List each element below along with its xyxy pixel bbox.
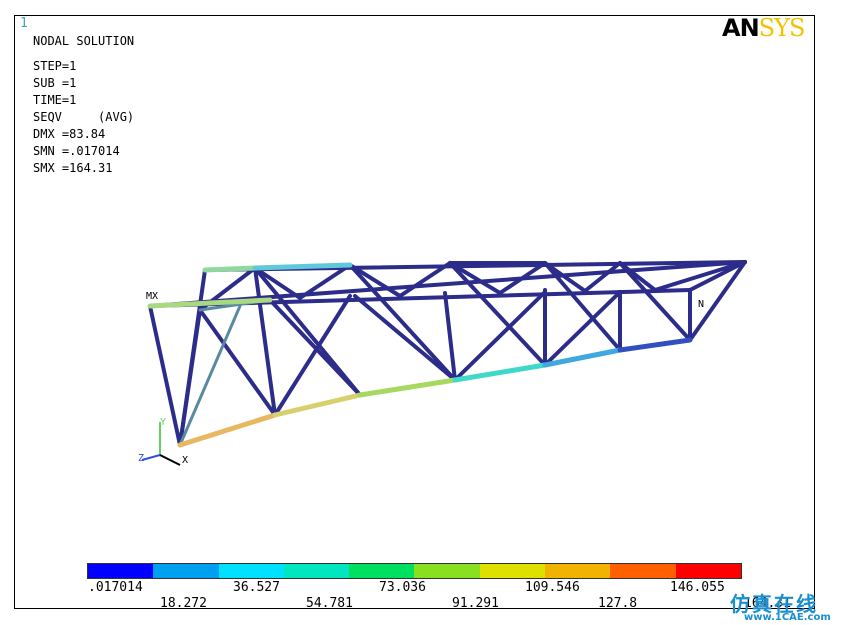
legend-band-1: [88, 564, 154, 578]
legend-band-7: [479, 564, 546, 578]
legend-label-2: 18.272: [160, 596, 207, 611]
legend-label-9: 146.055: [670, 580, 725, 595]
legend-label-3: 36.527: [233, 580, 280, 595]
legend-label-8: 127.8: [598, 596, 638, 611]
legend-band-8: [545, 564, 611, 578]
legend-label-7: 109.546: [525, 580, 580, 595]
legend-label-6: 91.291: [452, 596, 499, 611]
legend-label-1: .017014: [88, 580, 143, 595]
legend-band-4: [283, 564, 350, 578]
min-marker: N: [698, 299, 705, 310]
legend-label-4: 54.781: [306, 596, 353, 611]
watermark-url: www.1CAE.com: [744, 612, 831, 623]
triad-z-label: Z: [138, 453, 145, 464]
contour-legend-bar: [87, 563, 742, 579]
watermark: 仿真在线 www.1CAE.com: [730, 588, 831, 623]
max-marker: MX: [146, 291, 159, 302]
legend-label-5: 73.036: [379, 580, 426, 595]
legend-band-9: [610, 564, 676, 578]
legend-band-3: [218, 564, 284, 578]
legend-band-5: [349, 564, 415, 578]
legend-band-2: [153, 564, 219, 578]
legend-band-10: [675, 564, 741, 578]
truss-model: [147, 260, 747, 448]
triad-x-label: X: [182, 455, 189, 466]
triad-y-label: Y: [160, 417, 167, 428]
legend-band-6: [414, 564, 480, 578]
